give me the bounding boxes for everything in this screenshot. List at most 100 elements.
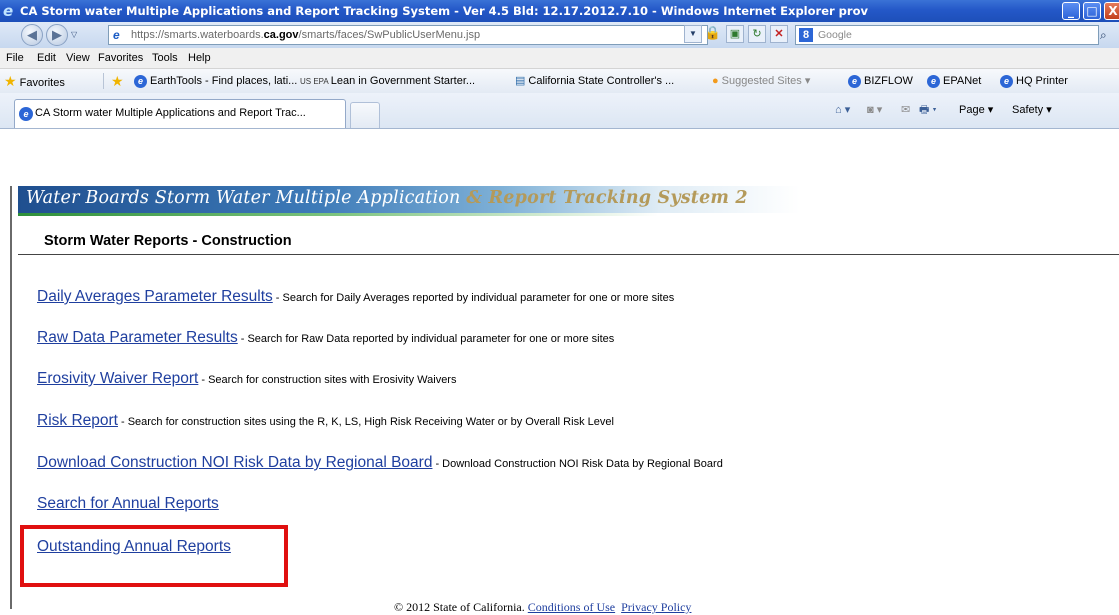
epa-icon: US EPA <box>300 77 329 86</box>
menu-favorites[interactable]: Favorites <box>98 48 143 68</box>
favorites-bar: ★ Favorites ★ e EarthTools - Find places,… <box>0 69 1119 94</box>
print-icon[interactable]: 🖶 ▾ <box>919 93 937 128</box>
close-button[interactable]: X <box>1104 2 1119 20</box>
ie-page-icon: e <box>848 74 861 88</box>
report-description: - Search for Raw Data reported by indivi… <box>240 333 615 345</box>
favorites-button[interactable]: ★ Favorites <box>4 69 65 95</box>
ie-logo-icon: e <box>3 2 14 20</box>
menu-help[interactable]: Help <box>188 48 211 68</box>
download-noi-risk-link[interactable]: Download Construction NOI Risk Data by R… <box>37 454 432 471</box>
search-input[interactable]: 8 Google <box>795 25 1099 45</box>
banner-accent-line <box>18 213 658 216</box>
address-input[interactable]: e https://smarts.waterboards.ca.gov/smar… <box>108 25 708 45</box>
daily-averages-link[interactable]: Daily Averages Parameter Results <box>37 288 273 305</box>
report-description: - Search for construction sites with Ero… <box>201 374 457 386</box>
banner-title: Water Boards Storm Water Multiple Applic… <box>26 188 748 208</box>
page-title: Storm Water Reports - Construction <box>44 233 292 249</box>
add-favorite-icon[interactable]: ★ <box>111 69 124 93</box>
favorite-label: EarthTools - Find places, lati... <box>150 75 298 87</box>
compatibility-view-icon[interactable]: ▣ <box>726 25 744 43</box>
page-footer: © 2012 State of California. Conditions o… <box>394 600 691 615</box>
menu-edit[interactable]: Edit <box>37 48 56 68</box>
report-item-search-annual: Search for Annual Reports <box>37 495 219 513</box>
favorites-separator <box>103 73 104 89</box>
forward-button[interactable]: ▶ <box>46 24 68 46</box>
red-highlight-box <box>20 525 288 587</box>
search-icon[interactable]: ⌕ <box>1100 25 1119 45</box>
report-item-risk-report: Risk Report - Search for construction sit… <box>37 412 614 430</box>
favorite-label: EPANet <box>943 75 982 87</box>
favorites-star-icon: ★ <box>4 73 17 89</box>
conditions-of-use-link[interactable]: Conditions of Use <box>528 600 615 614</box>
new-tab-button[interactable] <box>350 102 380 128</box>
favorite-label: Suggested Sites ▾ <box>721 75 811 87</box>
address-bar-row: ◀ ▶ ▽ e https://smarts.waterboards.ca.go… <box>0 22 1119 48</box>
home-icon[interactable]: ⌂ ▾ <box>835 93 850 128</box>
suggested-sites-icon: ● <box>712 75 719 87</box>
favorite-bizflow[interactable]: e BIZFLOW <box>848 69 913 93</box>
refresh-icon[interactable]: ↻ <box>748 25 766 43</box>
search-placeholder: Google <box>818 29 852 41</box>
favorite-label: California State Controller's ... <box>528 75 675 87</box>
privacy-policy-link[interactable]: Privacy Policy <box>621 600 691 614</box>
report-description: - Download Construction NOI Risk Data by… <box>435 458 723 470</box>
maximize-button[interactable]: □ <box>1083 2 1101 20</box>
copyright-text: © 2012 State of California. <box>394 600 525 614</box>
ie-page-icon: e <box>134 74 147 88</box>
content-left-border <box>10 186 12 609</box>
google-logo-icon: 8 <box>799 28 813 42</box>
favorite-label: BIZFLOW <box>864 75 913 87</box>
window-title: CA Storm water Multiple Applications and… <box>20 4 868 18</box>
report-description: - Search for Daily Averages reported by … <box>275 292 675 304</box>
stop-icon[interactable]: ✕ <box>770 25 788 43</box>
sco-icon: ▤ <box>515 75 526 87</box>
menu-file[interactable]: File <box>6 48 24 68</box>
safety-menu[interactable]: Safety ▾ <box>1012 93 1052 128</box>
banner-title-main: Water Boards Storm Water Multiple Applic… <box>26 188 467 208</box>
ie-page-icon: e <box>1000 74 1013 88</box>
close-icon: X <box>1108 4 1118 18</box>
report-item-download-noi: Download Construction NOI Risk Data by R… <box>37 454 723 472</box>
site-banner: Water Boards Storm Water Multiple Applic… <box>18 186 800 213</box>
page-menu[interactable]: Page ▾ <box>959 93 993 128</box>
tab-active[interactable]: e CA Storm water Multiple Applications a… <box>14 99 346 128</box>
title-divider <box>18 254 1119 255</box>
minimize-button[interactable]: _ <box>1062 2 1080 20</box>
back-button[interactable]: ◀ <box>21 24 43 46</box>
maximize-icon: □ <box>1086 4 1098 18</box>
favorite-lean-government[interactable]: US EPA Lean in Government Starter... <box>300 69 475 94</box>
favorite-hq-printer[interactable]: e HQ Printer <box>1000 69 1068 93</box>
menu-tools[interactable]: Tools <box>152 48 178 68</box>
raw-data-link[interactable]: Raw Data Parameter Results <box>37 329 238 346</box>
lock-icon[interactable]: 🔒 <box>704 25 722 43</box>
favorite-state-controller[interactable]: ▤ California State Controller's ... <box>515 69 674 93</box>
favorite-label: Lean in Government Starter... <box>330 75 476 87</box>
feeds-icon[interactable]: ◙ ▾ <box>867 93 882 128</box>
banner-title-accent: & Report Tracking System 2 <box>466 188 748 208</box>
ie-page-icon: e <box>927 74 940 88</box>
favorite-earthtools[interactable]: e EarthTools - Find places, lati... <box>134 69 297 93</box>
erosivity-waiver-link[interactable]: Erosivity Waiver Report <box>37 370 198 387</box>
address-dropdown-button[interactable]: ▼ <box>684 25 702 43</box>
favorite-label: HQ Printer <box>1016 75 1068 87</box>
url-text: https://smarts.waterboards.ca.gov/smarts… <box>131 26 480 44</box>
suggested-sites[interactable]: ● Suggested Sites ▾ <box>712 69 810 93</box>
report-item-raw-data: Raw Data Parameter Results - Search for R… <box>37 329 614 347</box>
menu-view[interactable]: View <box>66 48 90 68</box>
mail-icon[interactable]: ✉ <box>901 93 910 128</box>
url-prefix: https://smarts.waterboards. <box>131 29 264 41</box>
report-item-daily-averages: Daily Averages Parameter Results - Search… <box>37 288 674 306</box>
tab-page-icon: e <box>19 107 33 121</box>
tab-bar: e CA Storm water Multiple Applications a… <box>0 93 1119 129</box>
minimize-icon: _ <box>1068 4 1074 18</box>
favorites-label: Favorites <box>19 77 65 89</box>
menu-bar: File Edit View Favorites Tools Help <box>0 48 1119 69</box>
recent-pages-dropdown-icon[interactable]: ▽ <box>71 30 77 39</box>
url-path: /smarts/faces/SwPublicUserMenu.jsp <box>298 29 481 41</box>
page-icon: e <box>113 28 120 42</box>
favorite-epanet[interactable]: e EPANet <box>927 69 981 93</box>
risk-report-link[interactable]: Risk Report <box>37 412 118 429</box>
search-annual-reports-link[interactable]: Search for Annual Reports <box>37 495 219 512</box>
report-description: - Search for construction sites using th… <box>120 416 614 428</box>
window-title-bar[interactable]: e CA Storm water Multiple Applications a… <box>0 0 1119 22</box>
